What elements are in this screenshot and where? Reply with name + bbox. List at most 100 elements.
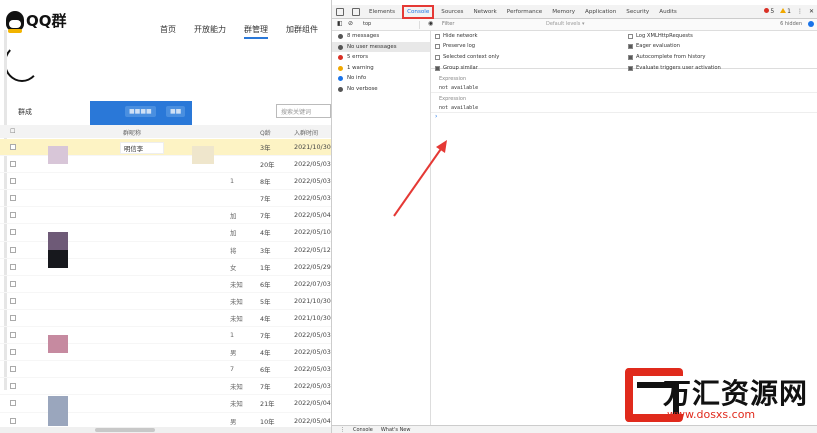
- row-checkbox[interactable]: [10, 280, 16, 287]
- row-qage: 7年: [260, 212, 271, 221]
- row-qage: 7年: [260, 383, 271, 392]
- setting-eager-eval[interactable]: Eager evaluation: [628, 43, 680, 49]
- row-checkbox[interactable]: [10, 400, 16, 407]
- logo-text: QQ群: [26, 12, 67, 30]
- row-checkbox[interactable]: [10, 383, 16, 390]
- row-checkbox[interactable]: [10, 366, 16, 373]
- table-header: ☐ 群昵称 Q龄 入群时间: [0, 125, 331, 138]
- row-checkbox[interactable]: [10, 314, 16, 321]
- scroll-thumb[interactable]: [95, 428, 155, 432]
- row-checkbox[interactable]: [10, 178, 16, 185]
- nav-item-home[interactable]: 首页: [160, 24, 176, 39]
- more-menu-icon[interactable]: ⋮: [797, 8, 803, 15]
- row-checkbox[interactable]: [10, 161, 16, 168]
- nav-item-manage[interactable]: 群管理: [244, 24, 268, 39]
- live-expression-1[interactable]: Expression not available: [431, 73, 817, 93]
- live-expression-2[interactable]: Expression not available: [431, 93, 817, 113]
- setting-preserve-log[interactable]: Preserve log: [435, 43, 475, 49]
- row-checkbox[interactable]: [10, 212, 16, 219]
- row-misc: 未知: [230, 280, 243, 289]
- level-icon: [338, 34, 343, 39]
- horizontal-scrollbar[interactable]: [0, 427, 331, 433]
- table-row[interactable]: 加 7年 2022/05/04: [0, 207, 331, 225]
- eye-icon[interactable]: ◉: [428, 20, 433, 27]
- row-misc: 1: [230, 331, 235, 340]
- row-qage: 8年: [260, 178, 271, 187]
- table-row[interactable]: 未知 4年 2021/10/30: [0, 310, 331, 328]
- qq-logo[interactable]: QQ群: [6, 10, 67, 33]
- row-qage: 21年: [260, 400, 275, 409]
- action-button-2[interactable]: ■■: [166, 106, 186, 117]
- sidebar-item[interactable]: 1 warning: [332, 63, 430, 74]
- row-checkbox[interactable]: [10, 417, 16, 424]
- tab-network[interactable]: Network: [468, 5, 501, 19]
- row-checkbox[interactable]: [10, 144, 16, 150]
- tab-performance[interactable]: Performance: [502, 5, 547, 19]
- levels-select[interactable]: Default levels ▾: [546, 21, 584, 27]
- context-select[interactable]: top: [360, 21, 420, 29]
- setting-autocomplete[interactable]: Autocomplete from history: [628, 54, 706, 60]
- tab-security[interactable]: Security: [621, 5, 654, 19]
- sidebar-item-label: 8 messages: [347, 33, 380, 39]
- device-toggle-icon[interactable]: [352, 8, 360, 16]
- select-all-checkbox[interactable]: ☐: [10, 128, 15, 135]
- row-qage: 6年: [260, 280, 271, 289]
- console-prompt[interactable]: ›: [431, 113, 817, 123]
- penguin-icon: [6, 10, 24, 33]
- drawer-tab-whats-new[interactable]: What's New: [381, 427, 411, 433]
- gear-icon[interactable]: [808, 21, 814, 27]
- row-qage: 3年: [260, 144, 271, 152]
- tab-audits[interactable]: Audits: [654, 5, 682, 19]
- sidebar-item[interactable]: No info: [332, 73, 430, 84]
- setting-hide-network[interactable]: Hide network: [435, 33, 478, 39]
- sidebar-toggle-icon[interactable]: ◧: [337, 20, 343, 27]
- nav-item-open[interactable]: 开放能力: [194, 24, 226, 39]
- table-row[interactable]: 未知 7年 2022/05/03: [0, 378, 331, 396]
- close-icon[interactable]: ✕: [809, 8, 814, 15]
- sidebar-item-label: No verbose: [347, 85, 378, 92]
- row-checkbox[interactable]: [10, 229, 16, 236]
- setting-selected-context[interactable]: Selected context only: [435, 54, 499, 60]
- row-checkbox[interactable]: [10, 332, 16, 339]
- expression-value: not available: [439, 85, 479, 91]
- member-table: 3年 2021/10/30 20年 2022/05/03 1 8年 2022/05/03 7年…: [0, 139, 331, 430]
- setting-group-similar[interactable]: Group similar: [435, 65, 478, 71]
- sidebar-item[interactable]: No user messages: [332, 41, 430, 52]
- sidebar-item[interactable]: No verbose: [332, 84, 430, 95]
- table-row[interactable]: 7年 2022/05/03: [0, 190, 331, 208]
- error-count[interactable]: 5: [764, 8, 774, 15]
- row-misc: 1: [230, 177, 235, 186]
- table-row[interactable]: 未知 6年 2022/07/03: [0, 276, 331, 293]
- tab-memory[interactable]: Memory: [547, 5, 580, 19]
- inspect-icon[interactable]: [336, 8, 344, 16]
- sidebar-item[interactable]: 8 messages: [332, 31, 430, 42]
- row-join-date: 2022/05/12: [294, 245, 331, 254]
- table-row[interactable]: 1 8年 2022/05/03: [0, 173, 331, 191]
- filter-input[interactable]: Filter: [442, 21, 454, 27]
- row-join-date: 2022/05/04: [294, 211, 331, 220]
- row-qage: 7年: [260, 195, 271, 204]
- setting-log-xhr[interactable]: Log XMLHttpRequests: [628, 33, 693, 39]
- tab-console[interactable]: Console: [402, 5, 435, 19]
- row-checkbox[interactable]: [10, 297, 16, 304]
- row-checkbox[interactable]: [10, 195, 16, 202]
- drawer-tab-console[interactable]: Console: [353, 427, 373, 433]
- setting-user-activation[interactable]: Evaluate triggers user activation: [628, 65, 721, 71]
- tab-elements[interactable]: Elements: [364, 5, 400, 19]
- nav-item-widget[interactable]: 加群组件: [286, 24, 318, 39]
- row-checkbox[interactable]: [10, 263, 16, 270]
- row-join-date: 2022/05/03: [294, 177, 331, 186]
- drawer-menu-icon[interactable]: ⋮: [340, 427, 345, 433]
- table-row[interactable]: 7 6年 2022/05/03: [0, 361, 331, 379]
- search-input[interactable]: 搜索关键词: [276, 104, 331, 118]
- action-button-1[interactable]: ■■■■: [125, 106, 156, 117]
- tab-sources[interactable]: Sources: [436, 5, 468, 19]
- clear-console-icon[interactable]: ⊘: [348, 20, 353, 27]
- row-checkbox[interactable]: [10, 246, 16, 253]
- sidebar-item[interactable]: 5 errors: [332, 52, 430, 63]
- tab-application[interactable]: Application: [580, 5, 621, 19]
- table-row[interactable]: 未知 5年 2021/10/30: [0, 293, 331, 310]
- warning-count[interactable]: 1: [780, 8, 791, 15]
- row-checkbox[interactable]: [10, 349, 16, 356]
- level-icon: [338, 76, 343, 81]
